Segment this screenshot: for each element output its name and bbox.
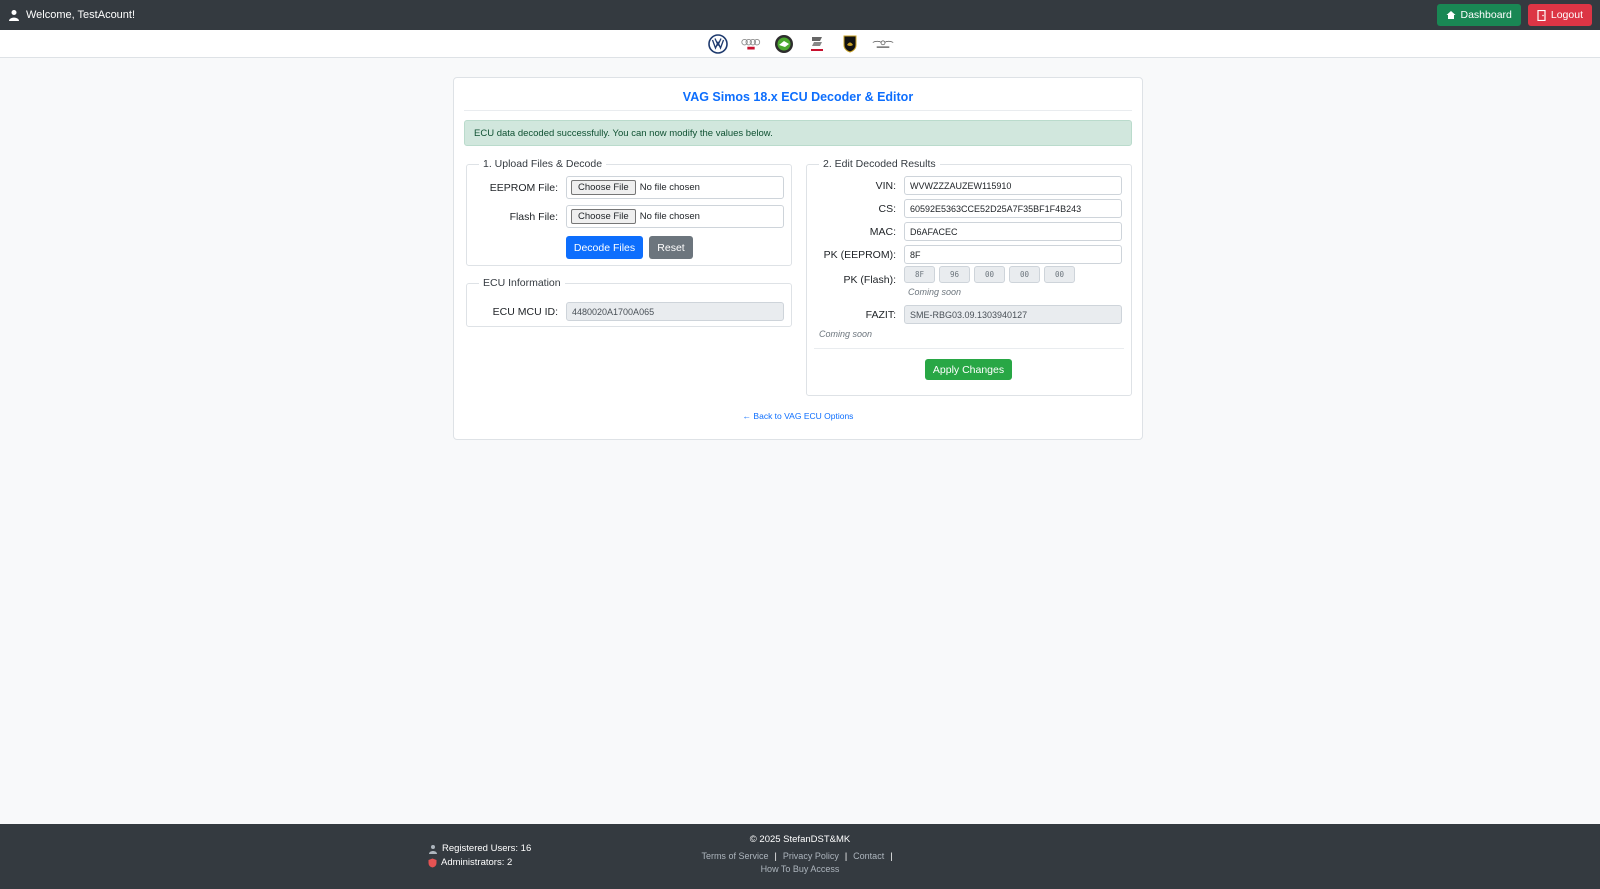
user-icon <box>9 10 19 21</box>
brand-logo-bar <box>0 30 1600 58</box>
decode-files-button[interactable]: Decode Files <box>566 236 643 259</box>
top-navbar: Welcome, TestAcount! Dashboard Logout <box>0 0 1600 30</box>
fazit-field[interactable]: SME-RBG03.09.1303940127 <box>904 305 1122 324</box>
pk-flash-byte-5: 00 <box>1044 266 1075 283</box>
pk-eeprom-input[interactable]: 8F <box>904 245 1122 264</box>
seat-logo[interactable] <box>806 33 828 55</box>
cs-input[interactable]: 60592E5363CCE52D25A7F35BF1F4B243 <box>904 199 1122 218</box>
decoder-card: VAG Simos 18.x ECU Decoder & Editor ECU … <box>453 77 1143 440</box>
dashboard-button[interactable]: Dashboard <box>1436 4 1521 26</box>
apply-changes-button[interactable]: Apply Changes <box>925 359 1012 380</box>
decoded-results-legend: 2. Edit Decoded Results <box>823 158 936 170</box>
vin-label: VIN: <box>875 179 896 192</box>
mac-label: MAC: <box>869 225 896 238</box>
how-to-buy-link[interactable]: How To Buy Access <box>761 864 840 874</box>
mac-input[interactable]: D6AFACEC <box>904 222 1122 241</box>
footer-links: Terms of Service | Privacy Policy | Contact | <box>701 851 893 861</box>
fazit-coming-soon: Coming soon <box>819 329 873 339</box>
pk-flash-byte-2: 96 <box>939 266 970 283</box>
ecu-mcu-id-label: ECU MCU ID: <box>492 305 558 318</box>
volkswagen-logo[interactable] <box>707 33 729 55</box>
privacy-link[interactable]: Privacy Policy <box>783 851 839 861</box>
pk-flash-byte-4: 00 <box>1009 266 1040 283</box>
pk-flash-label: PK (Flash): <box>843 274 896 286</box>
home-icon <box>1446 11 1455 19</box>
welcome-area: Welcome, TestAcount! <box>8 9 135 21</box>
ecu-mcu-id-field[interactable]: 4480020A1700A065 <box>566 302 784 321</box>
contact-link[interactable]: Contact <box>853 851 884 861</box>
flash-label: Flash File: <box>509 210 558 223</box>
eeprom-file-input[interactable]: Choose File No file chosen <box>566 176 784 199</box>
success-alert: ECU data decoded successfully. You can n… <box>464 120 1132 146</box>
lamborghini-logo[interactable] <box>839 33 861 55</box>
back-to-options-link[interactable]: ← Back to VAG ECU Options <box>454 411 1142 421</box>
pk-flash-byte-1: 8F <box>904 266 935 283</box>
cs-label: CS: <box>878 202 896 215</box>
upload-legend: 1. Upload Files & Decode <box>483 158 603 170</box>
page-title: VAG Simos 18.x ECU Decoder & Editor <box>464 90 1132 111</box>
flash-choose-file-button[interactable]: Choose File <box>571 209 636 224</box>
flash-file-input[interactable]: Choose File No file chosen <box>566 205 784 228</box>
vin-input[interactable]: WVWZZZAUZEW115910 <box>904 176 1122 195</box>
footer: Registered Users: 16 Administrators: 2 ©… <box>0 824 1600 889</box>
footer-center: © 2025 StefanDST&MK Terms of Service | Pri… <box>0 833 1600 876</box>
pk-eeprom-label: PK (EEPROM): <box>823 248 896 261</box>
pk-flash-coming-soon: Coming soon <box>908 287 962 297</box>
terms-link[interactable]: Terms of Service <box>701 851 768 861</box>
fazit-label: FAZIT: <box>865 308 896 321</box>
flash-file-status: No file chosen <box>639 211 700 222</box>
eeprom-file-status: No file chosen <box>639 182 700 193</box>
pk-flash-byte-3: 00 <box>974 266 1005 283</box>
eeprom-choose-file-button[interactable]: Choose File <box>571 180 636 195</box>
welcome-text: Welcome, TestAcount! <box>26 9 136 21</box>
reset-button[interactable]: Reset <box>649 236 693 259</box>
eeprom-label: EEPROM File: <box>489 181 558 194</box>
ecu-information-legend: ECU Information <box>483 277 561 289</box>
audi-logo[interactable] <box>740 33 762 55</box>
skoda-logo[interactable] <box>773 33 795 55</box>
copyright-text: © 2025 StefanDST&MK <box>749 834 851 845</box>
results-divider <box>814 348 1124 349</box>
bentley-logo[interactable] <box>872 33 894 55</box>
dashboard-label: Dashboard <box>1460 9 1512 21</box>
logout-label: Logout <box>1550 9 1583 21</box>
logout-button[interactable]: Logout <box>1527 4 1592 26</box>
door-icon <box>1537 9 1546 21</box>
